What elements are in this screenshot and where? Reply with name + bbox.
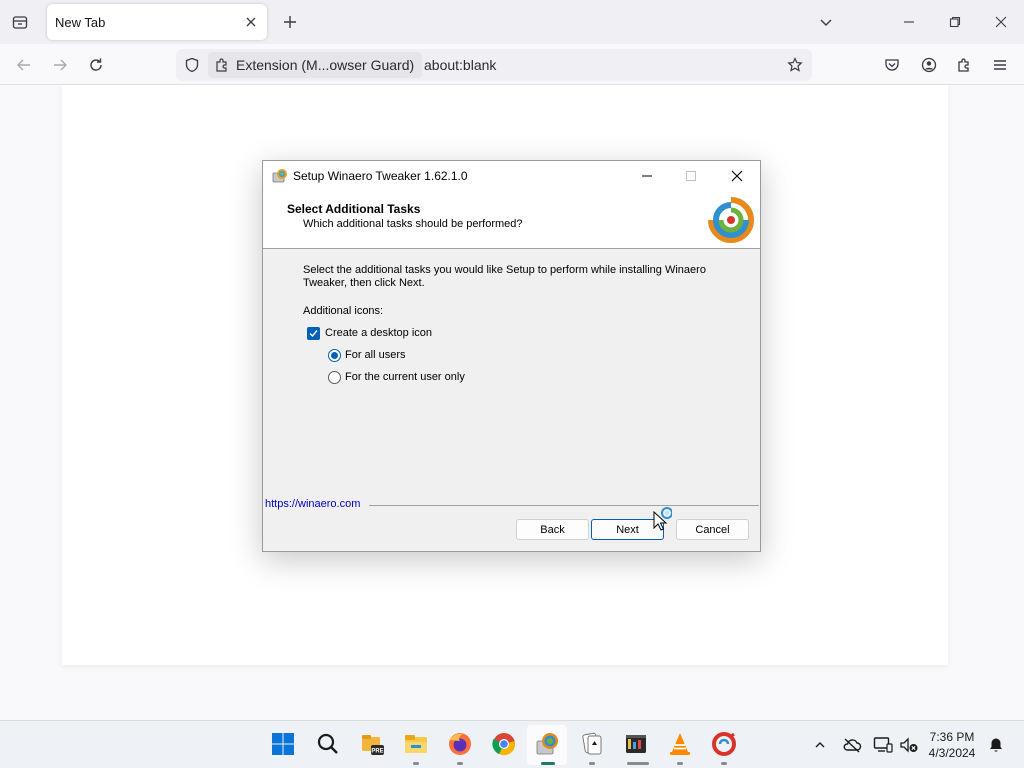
ccleaner-icon[interactable] (709, 729, 739, 759)
extension-identity-chip[interactable]: Extension (M...owser Guard) (208, 52, 423, 78)
tasks-description: Select the additional tasks you would li… (303, 264, 706, 289)
forward-arrow-icon[interactable] (47, 52, 73, 78)
clock-time: 7:36 PM (929, 730, 975, 744)
wizard-page-title: Select Additional Tasks (287, 202, 421, 216)
setup-app-icon (272, 169, 287, 183)
new-tab-plus-icon[interactable] (280, 12, 300, 32)
radio-all-users-label: For all users (345, 349, 406, 361)
close-tab-icon[interactable] (243, 14, 259, 30)
close-window-icon[interactable] (978, 8, 1024, 36)
dialog-title: Setup Winaero Tweaker 1.62.1.0 (293, 169, 468, 183)
tab-title: New Tab (55, 15, 106, 30)
reload-icon[interactable] (83, 52, 109, 78)
restore-window-icon[interactable] (932, 8, 978, 36)
dialog-close-icon[interactable] (715, 161, 759, 191)
solitaire-icon[interactable] (577, 729, 607, 759)
additional-icons-label: Additional icons: (303, 305, 384, 317)
running-indicator (677, 762, 683, 765)
winaero-tweaker-icon[interactable] (533, 729, 563, 759)
media-app-icon[interactable] (621, 729, 651, 759)
running-indicator-active (541, 762, 555, 765)
tab-list-icon[interactable] (8, 10, 32, 34)
tracking-protection-shield-icon[interactable] (182, 55, 202, 75)
search-icon[interactable] (313, 729, 343, 759)
busy-cursor-icon (653, 507, 672, 531)
url-text: about:blank (424, 57, 497, 73)
radio-all-users-row[interactable]: For all users (328, 348, 406, 362)
clock-date: 4/3/2024 (928, 746, 976, 760)
wizard-body: Select the additional tasks you would li… (263, 250, 760, 500)
winaero-link[interactable]: https://winaero.com (265, 498, 365, 510)
running-indicator (721, 762, 727, 765)
radio-selected-icon[interactable] (328, 348, 341, 362)
dialog-titlebar[interactable]: Setup Winaero Tweaker 1.62.1.0 (263, 161, 760, 191)
menu-hamburger-icon[interactable] (988, 53, 1012, 77)
notification-bell-icon[interactable] (986, 735, 1006, 755)
browser-tab-strip: New Tab (0, 0, 1024, 44)
bookmark-star-icon[interactable] (784, 54, 806, 76)
pocket-icon[interactable] (880, 53, 904, 77)
account-icon[interactable] (917, 53, 941, 77)
chrome-icon[interactable] (489, 729, 519, 759)
wizard-page-subtitle: Which additional tasks should be perform… (303, 218, 523, 230)
firefox-icon[interactable] (445, 729, 475, 759)
back-button[interactable]: Back (516, 519, 589, 540)
show-hidden-icons-chevron-icon[interactable] (810, 735, 830, 755)
wizard-header: Select Additional Tasks Which additional… (263, 191, 760, 249)
cloud-offline-icon[interactable] (842, 735, 862, 755)
navigation-toolbar: Extension (M...owser Guard) about:blank (0, 44, 1024, 85)
running-indicator (627, 762, 649, 765)
windows-taskbar: PRE 7:36 PM 4/3/2024 (0, 720, 1024, 768)
dialog-maximize-icon (669, 161, 713, 191)
radio-current-user-row[interactable]: For the current user only (328, 370, 465, 384)
minimize-window-icon[interactable] (886, 8, 932, 36)
radio-unselected-icon[interactable] (328, 370, 341, 384)
file-explorer-icon[interactable] (401, 729, 431, 759)
puzzle-piece-icon (216, 58, 227, 72)
svg-text:PRE: PRE (371, 749, 383, 755)
back-arrow-icon[interactable] (11, 52, 37, 78)
url-bar[interactable]: Extension (M...owser Guard) about:blank (176, 49, 812, 81)
checkbox-checked-icon[interactable] (307, 326, 320, 340)
extension-label: Extension (M...owser Guard) (236, 57, 415, 73)
start-icon[interactable] (268, 729, 298, 759)
setup-dialog: Setup Winaero Tweaker 1.62.1.0 Select Ad… (262, 160, 761, 552)
cancel-button[interactable]: Cancel (676, 519, 749, 540)
footer-separator (369, 505, 759, 506)
extensions-puzzle-icon[interactable] (952, 53, 976, 77)
running-indicator (457, 762, 463, 765)
dialog-minimize-icon[interactable] (625, 161, 669, 191)
running-indicator (413, 762, 419, 765)
list-all-tabs-chevron-icon[interactable] (816, 12, 836, 32)
network-monitor-icon[interactable] (873, 735, 893, 755)
radio-current-user-label: For the current user only (345, 371, 465, 383)
vlc-icon[interactable] (665, 729, 695, 759)
winaero-logo-icon (708, 197, 754, 243)
desktop-icon-label: Create a desktop icon (325, 327, 433, 339)
tab-new-tab[interactable]: New Tab (47, 4, 267, 40)
volume-muted-icon[interactable] (899, 735, 919, 755)
desktop-icon-checkbox-row[interactable]: Create a desktop icon (307, 326, 432, 340)
system-clock[interactable]: 7:36 PM 4/3/2024 (922, 729, 982, 761)
file-explorer-preview-icon[interactable]: PRE (357, 729, 387, 759)
running-indicator (589, 762, 595, 765)
